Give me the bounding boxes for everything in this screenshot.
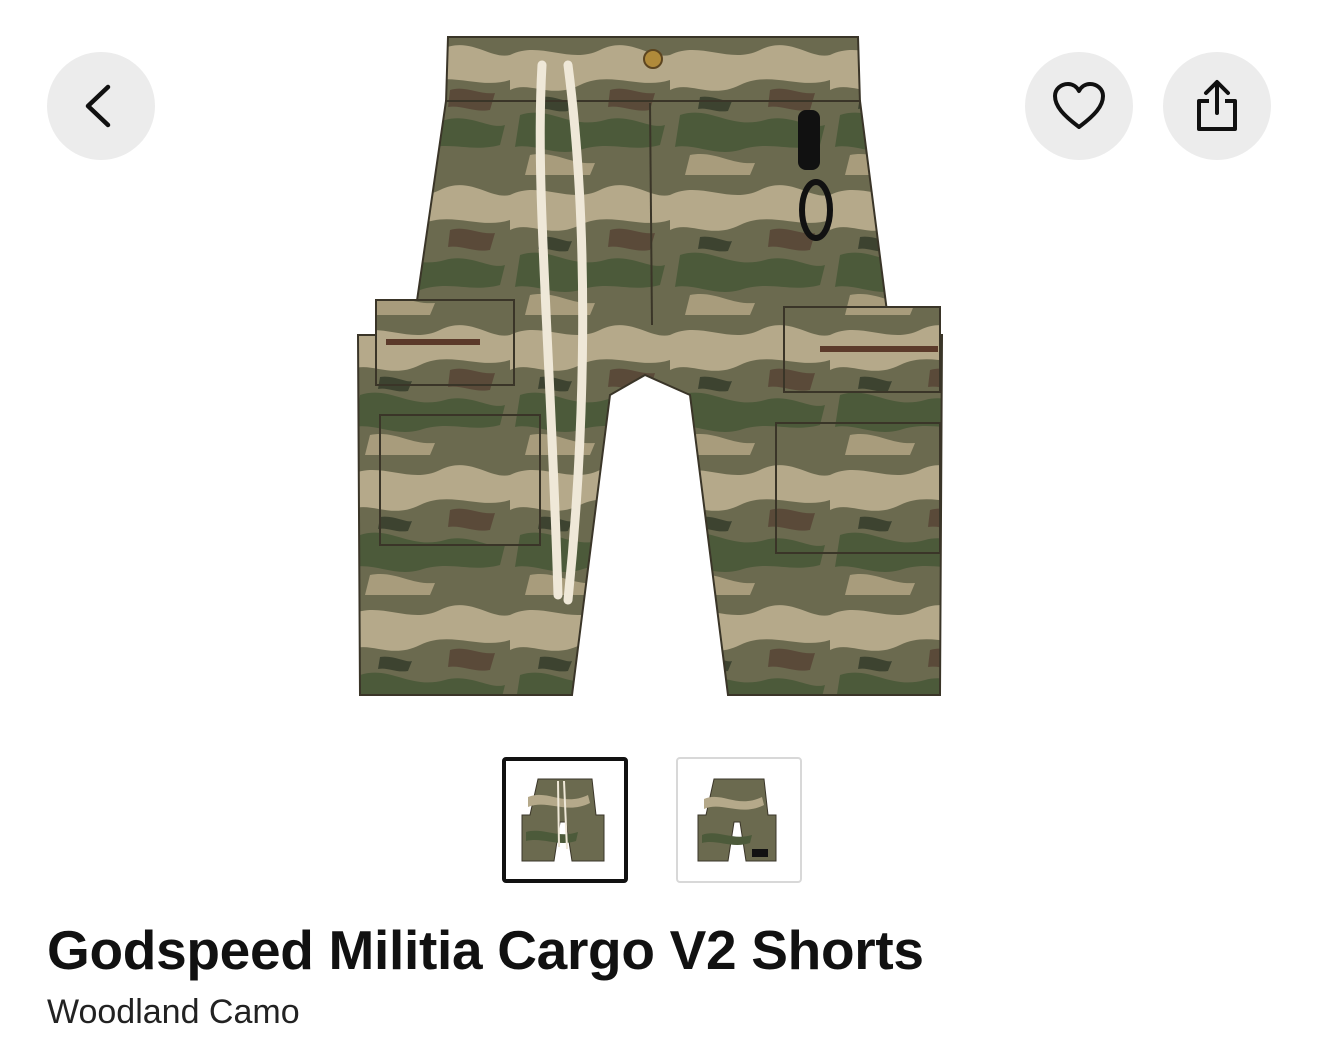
- thumbnail-1[interactable]: [502, 757, 628, 883]
- thumbnail-image-back: [697, 778, 777, 862]
- thumbnail-image-front: [521, 778, 605, 862]
- product-title: Godspeed Militia Cargo V2 Shorts: [47, 919, 924, 981]
- chevron-left-icon: [85, 84, 111, 128]
- favorite-button[interactable]: [1025, 52, 1133, 160]
- thumbnail-strip: [502, 757, 802, 883]
- product-image[interactable]: [190, 35, 1130, 705]
- share-icon: [1197, 80, 1237, 131]
- camo-shorts-illustration: [356, 36, 944, 696]
- thumbnail-2[interactable]: [676, 757, 802, 883]
- heart-icon: [1053, 82, 1105, 129]
- product-colorway: Woodland Camo: [47, 993, 300, 1031]
- share-button[interactable]: [1163, 52, 1271, 160]
- back-button[interactable]: [47, 52, 155, 160]
